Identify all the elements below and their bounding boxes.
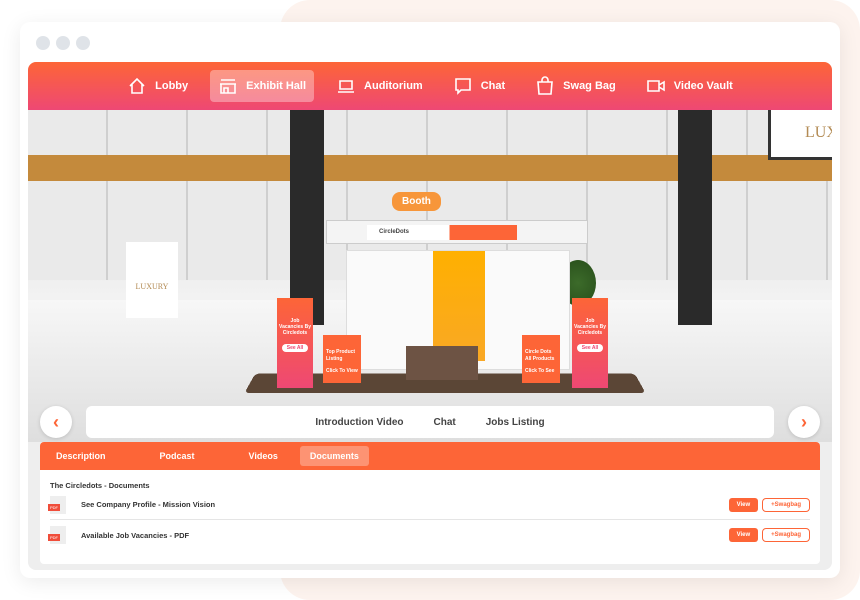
reception-desk: [406, 346, 478, 380]
top-navigation: Lobby Exhibit Hall Auditorium Chat Swag …: [28, 62, 832, 110]
nav-video-vault[interactable]: Video Vault: [638, 70, 741, 102]
shopping-bag-icon: [537, 76, 554, 95]
prev-booth-button[interactable]: ‹: [40, 406, 72, 438]
pillar: [678, 110, 712, 325]
nav-label: Exhibit Hall: [246, 80, 307, 92]
view-button[interactable]: View: [728, 528, 759, 542]
panel-tabs: Description Podcast Videos Documents: [40, 442, 820, 470]
booth-canopy: CircleDots: [326, 220, 588, 244]
pdf-file-icon: PDF: [48, 526, 66, 544]
banner-text: Job Vacancies By Circledots: [279, 318, 311, 336]
sign-text: LUXURY: [135, 282, 169, 291]
banner-top-product-listing[interactable]: Top Product Listing Click To View: [323, 335, 361, 383]
banner-job-vacancies-left[interactable]: Job Vacancies By Circledots See All: [277, 298, 313, 388]
chevron-left-icon: ‹: [53, 411, 59, 432]
nav-label: Auditorium: [364, 80, 423, 92]
sign-text: LUX: [805, 124, 832, 141]
booth-tab-intro-video[interactable]: Introduction Video: [315, 417, 403, 428]
nav-auditorium[interactable]: Auditorium: [328, 70, 431, 102]
tab-podcast[interactable]: Podcast: [150, 446, 205, 466]
banner-all-products[interactable]: Circle Dots All Products Click To See: [522, 335, 560, 383]
exhibit-hall-scene: LUXURY LUX CircleDots Booth Job Vacancie…: [28, 110, 832, 442]
booth-label[interactable]: Booth: [392, 192, 441, 211]
document-name: Available Job Vacancies - PDF: [81, 530, 190, 540]
nav-chat[interactable]: Chat: [445, 70, 513, 102]
file-type: PDF: [48, 503, 60, 511]
banner-text: Job Vacancies By Circledots: [574, 318, 606, 336]
banner-text: Top Product Listing: [326, 349, 356, 362]
window-controls: [36, 36, 90, 50]
booth-tab-chat[interactable]: Chat: [434, 417, 456, 428]
nav-label: Swag Bag: [563, 80, 616, 92]
view-button[interactable]: View: [728, 497, 759, 512]
pillar: [290, 110, 324, 325]
store-icon: [220, 79, 237, 94]
chevron-right-icon: ›: [801, 411, 807, 432]
see-all-button[interactable]: See All: [577, 344, 603, 352]
banner-cta: Click To See: [525, 368, 555, 374]
nav-label: Video Vault: [673, 80, 733, 92]
booth-tabs: Introduction Video Chat Jobs Listing: [86, 406, 774, 438]
next-booth-button[interactable]: ›: [788, 406, 820, 438]
see-all-button[interactable]: See All: [282, 344, 308, 352]
home-icon: [129, 77, 145, 94]
nav-label: Lobby: [155, 80, 189, 92]
tab-videos[interactable]: Videos: [239, 446, 288, 466]
banner-job-vacancies-right[interactable]: Job Vacancies By Circledots See All: [572, 298, 608, 388]
browser-window: Lobby Exhibit Hall Auditorium Chat Swag …: [20, 22, 840, 578]
nav-exhibit-hall[interactable]: Exhibit Hall: [210, 70, 315, 102]
video-camera-icon: [646, 80, 665, 92]
booth-tab-jobs-listing[interactable]: Jobs Listing: [486, 417, 545, 428]
nav-label: Chat: [480, 80, 506, 92]
pdf-file-icon: PDF: [48, 495, 66, 514]
add-swagbag-button[interactable]: +Swagbag: [762, 528, 810, 542]
banner-text: Circle Dots All Products: [525, 349, 555, 362]
brand-header: CircleDots: [367, 225, 517, 240]
tab-description[interactable]: Description: [46, 446, 116, 466]
virtual-event-app: Lobby Exhibit Hall Auditorium Chat Swag …: [28, 62, 832, 570]
booth-backdrop: [433, 251, 485, 361]
document-row: PDF See Company Profile - Mission Vision…: [48, 490, 810, 520]
banner-cta: Click To View: [326, 368, 358, 374]
window-dot: [76, 36, 90, 50]
luxury-sign-right: LUX: [768, 110, 832, 160]
luxury-sign-left: LUXURY: [126, 242, 178, 318]
chat-bubble-icon: [454, 78, 471, 95]
file-type: PDF: [48, 534, 60, 541]
tab-documents[interactable]: Documents: [299, 446, 369, 466]
documents-title: The Circledots - Documents: [50, 481, 150, 490]
document-name: See Company Profile - Mission Vision: [81, 500, 216, 509]
nav-swag-bag[interactable]: Swag Bag: [527, 70, 624, 102]
window-dot: [56, 36, 70, 50]
booth-info-panel: Description Podcast Videos Documents The…: [40, 442, 820, 564]
nav-lobby[interactable]: Lobby: [119, 70, 196, 102]
laptop-icon: [338, 80, 355, 93]
window-dot: [36, 36, 50, 50]
document-row: PDF Available Job Vacancies - PDF View +…: [48, 520, 810, 550]
add-swagbag-button[interactable]: +Swagbag: [762, 497, 810, 512]
